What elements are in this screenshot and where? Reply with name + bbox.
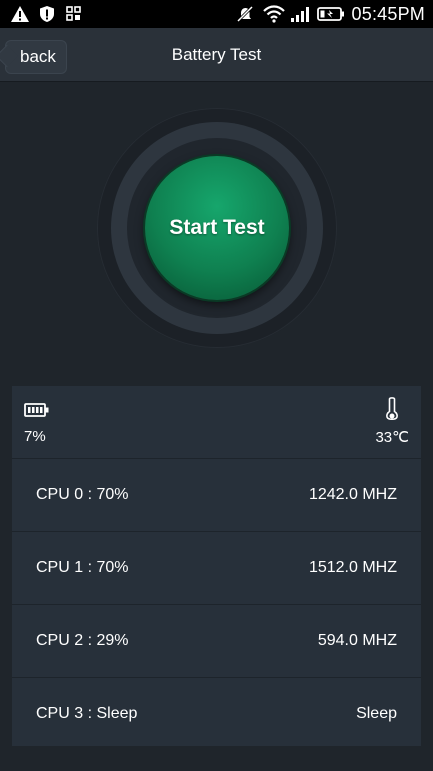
dial-inner-ring: Start Test <box>127 138 307 318</box>
grid-icon <box>66 5 86 23</box>
thermometer-icon <box>384 396 400 427</box>
status-bar-left <box>0 5 86 23</box>
app-header: Battery Test back <box>0 28 433 82</box>
mute-icon <box>236 5 256 23</box>
battery-summary: 7% 33℃ <box>12 386 421 459</box>
warning-icon <box>10 5 30 23</box>
cpu-usage-label: CPU 1 : 70% <box>36 559 129 576</box>
cpu-row: CPU 3 : Sleep Sleep <box>12 678 421 750</box>
cpu-frequency: Sleep <box>356 705 397 722</box>
battery-icon <box>316 5 345 23</box>
dial-ring: Start Test <box>111 122 323 334</box>
start-test-dial: Start Test <box>97 108 337 348</box>
wifi-icon <box>262 5 285 23</box>
signal-icon <box>290 5 310 23</box>
shield-alert-icon <box>38 5 58 23</box>
battery-percentage: 7% <box>24 428 46 445</box>
start-test-button[interactable]: Start Test <box>145 156 289 300</box>
status-time: 05:45PM <box>351 3 425 24</box>
back-button-label: back <box>20 47 56 66</box>
temperature-value: 33℃ <box>375 429 409 446</box>
cpu-row: CPU 2 : 29% 594.0 MHZ <box>12 605 421 678</box>
status-bar-right: 05:45PM <box>236 4 433 25</box>
status-bar: 05:45PM <box>0 0 433 28</box>
cpu-frequency: 594.0 MHZ <box>317 632 397 649</box>
cpu-usage-label: CPU 3 : Sleep <box>36 705 138 722</box>
battery-level-icon <box>24 402 50 423</box>
cpu-row: CPU 0 : 70% 1242.0 MHZ <box>12 459 421 532</box>
cpu-row: CPU 1 : 70% 1512.0 MHZ <box>12 532 421 605</box>
cpu-usage-label: CPU 0 : 70% <box>36 486 129 503</box>
info-panel: 7% 33℃ CPU 0 : 70% 1242.0 MHZ CPU 1 : 70… <box>12 386 421 746</box>
cpu-frequency: 1242.0 MHZ <box>308 486 397 503</box>
cpu-frequency: 1512.0 MHZ <box>308 559 397 576</box>
back-button[interactable]: back <box>5 40 67 74</box>
cpu-usage-label: CPU 2 : 29% <box>36 632 129 649</box>
start-test-label: Start Test <box>169 216 265 239</box>
